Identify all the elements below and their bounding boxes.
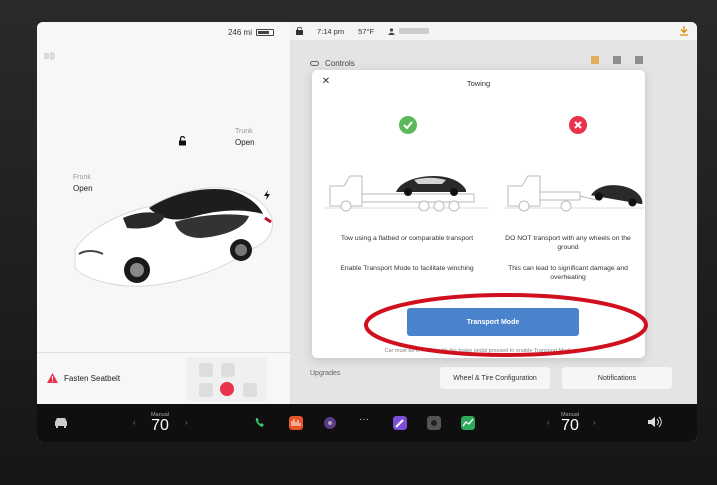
- car-status-panel: 246 mi Trunk Open Frunk Open Fasten Seat…: [37, 22, 290, 404]
- seat-occupancy-diagram: [187, 357, 267, 401]
- passenger-temp-value: 70: [561, 417, 579, 434]
- driver-temp-control[interactable]: Manual 70: [145, 412, 175, 434]
- damage-warning: This can lead to significant damage and …: [508, 265, 628, 281]
- transport-mode-hint: Car must be in PARK with the brake pedal…: [384, 348, 573, 354]
- download-icon[interactable]: [591, 56, 599, 64]
- transport-mode-description: Enable Transport Mode to facilitate winc…: [340, 265, 474, 272]
- notifications-button[interactable]: Notifications: [562, 367, 672, 389]
- trunk-open-button[interactable]: Open: [235, 138, 255, 147]
- lock-status-icon[interactable]: [296, 27, 303, 35]
- range-text: 246 mi: [227, 28, 252, 37]
- seatbelt-status-bar: Fasten Seatbelt: [37, 352, 290, 404]
- trunk-label: Trunk: [235, 128, 253, 135]
- energy-icon[interactable]: [461, 416, 475, 430]
- transport-mode-button[interactable]: Transport Mode: [407, 308, 579, 336]
- controls-label: Controls: [325, 58, 355, 68]
- warning-icon: [47, 373, 58, 383]
- seatbelt-warning-text: Fasten Seatbelt: [64, 373, 121, 383]
- car-icon[interactable]: [53, 416, 69, 428]
- volume-icon[interactable]: [647, 416, 663, 428]
- car-3d-model: [74, 187, 274, 287]
- touchscreen: 246 mi Trunk Open Frunk Open Fasten Seat…: [37, 22, 697, 442]
- flatbed-tow-illustration: [324, 175, 489, 212]
- download-icon[interactable]: [679, 26, 689, 36]
- wheel-lift-tow-illustration: [504, 175, 644, 212]
- driver-temp-down[interactable]: ‹: [133, 418, 136, 427]
- status-bar: 7:14 pm 57°F: [290, 22, 697, 40]
- bottom-dock: ‹ Manual 70 › ··· ‹ Manual 70 ›: [37, 404, 697, 442]
- battery-icon: [256, 29, 274, 36]
- controls-header-icons: [591, 56, 643, 64]
- wheel-tire-config-button[interactable]: Wheel & Tire Configuration: [440, 367, 550, 389]
- passenger-temp-up[interactable]: ›: [593, 418, 596, 427]
- camera-icon[interactable]: [427, 416, 441, 430]
- bell-icon[interactable]: [635, 56, 643, 64]
- menu-item-upgrades[interactable]: Upgrades: [310, 370, 340, 377]
- phone-icon[interactable]: [253, 416, 267, 430]
- toggle-icon: [310, 60, 319, 66]
- media-icon[interactable]: [323, 416, 337, 430]
- cross-icon: [569, 116, 587, 134]
- music-icon[interactable]: [289, 416, 303, 430]
- headlight-icon: [44, 52, 55, 60]
- profile-name: [399, 28, 430, 34]
- towing-dialog: ✕ Towing Tow using a flatbed or comparab…: [312, 70, 645, 358]
- range-indicator: 246 mi: [228, 28, 274, 37]
- more-apps-icon[interactable]: ···: [359, 414, 373, 428]
- driver-temp-value: 70: [151, 417, 169, 434]
- driver-temp-up[interactable]: ›: [185, 418, 188, 427]
- temperature-text: 57°F: [358, 26, 375, 36]
- home-icon[interactable]: [613, 56, 621, 64]
- toybox-icon[interactable]: [393, 416, 407, 430]
- passenger-temp-down[interactable]: ‹: [547, 418, 550, 427]
- clock-text: 7:14 pm: [317, 26, 345, 36]
- dialog-title: Towing: [466, 79, 491, 88]
- check-icon: [399, 116, 417, 134]
- passenger-temp-control[interactable]: Manual 70: [555, 412, 585, 434]
- seatbelt-warning: Fasten Seatbelt: [47, 373, 120, 383]
- profile-button[interactable]: [388, 27, 430, 35]
- lock-icon[interactable]: [178, 136, 188, 146]
- flatbed-description: Tow using a flatbed or comparable transp…: [340, 235, 474, 242]
- no-wheels-warning: DO NOT transport with any wheels on the …: [505, 235, 631, 251]
- profile-icon: [388, 27, 395, 35]
